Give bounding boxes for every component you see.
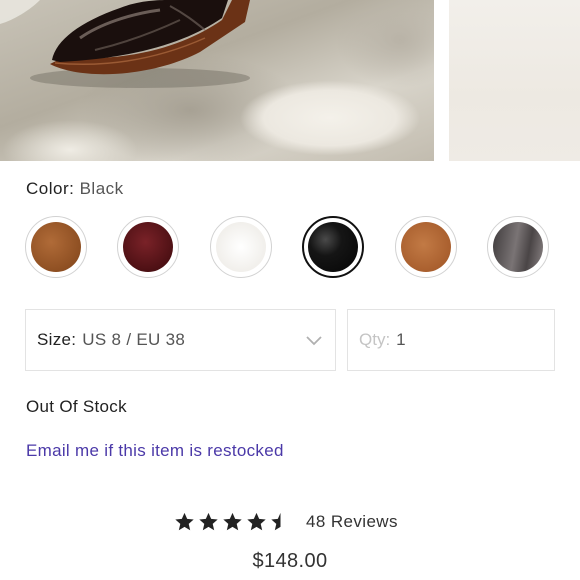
swatch-fill (401, 222, 451, 272)
swatch-fill (123, 222, 173, 272)
color-selector-label: Color: Black (26, 179, 124, 199)
star-icon (175, 512, 194, 531)
qty-value: 1 (396, 330, 406, 349)
product-photo-side[interactable] (449, 0, 580, 161)
star-icon (223, 512, 242, 531)
product-photo-main[interactable] (0, 0, 434, 161)
color-value: Black (79, 179, 124, 198)
swatch-fill (31, 222, 81, 272)
restock-notify-link[interactable]: Email me if this item is restocked (26, 441, 284, 461)
swatch-brown-suede[interactable] (25, 216, 87, 278)
size-label: Size: (37, 330, 77, 349)
color-swatches (0, 216, 580, 280)
swatch-black[interactable] (302, 216, 364, 278)
swatch-fill (216, 222, 266, 272)
product-price: $148.00 (252, 550, 328, 572)
quantity-input[interactable]: Qty: 1 (347, 309, 555, 371)
stock-status: Out Of Stock (26, 397, 127, 416)
review-count[interactable]: 48 Reviews (306, 512, 398, 532)
star-rating (173, 511, 292, 533)
star-half-icon (271, 512, 281, 531)
size-dropdown[interactable]: Size: US 8 / EU 38 (25, 309, 336, 371)
swatch-white[interactable] (210, 216, 272, 278)
qty-label: Qty: (359, 330, 391, 349)
swatch-fill (493, 222, 543, 272)
rating-summary[interactable]: 48 Reviews (173, 510, 398, 534)
star-icon (247, 512, 266, 531)
boot-image (0, 0, 250, 88)
swatch-tan[interactable] (395, 216, 457, 278)
swatch-burgundy[interactable] (117, 216, 179, 278)
swatch-grey[interactable] (487, 216, 549, 278)
size-value: US 8 / EU 38 (82, 330, 186, 349)
swatch-fill (308, 222, 358, 272)
product-gallery (0, 0, 580, 161)
color-label: Color: (26, 179, 75, 198)
chevron-down-icon (306, 336, 322, 346)
star-icon (199, 512, 218, 531)
